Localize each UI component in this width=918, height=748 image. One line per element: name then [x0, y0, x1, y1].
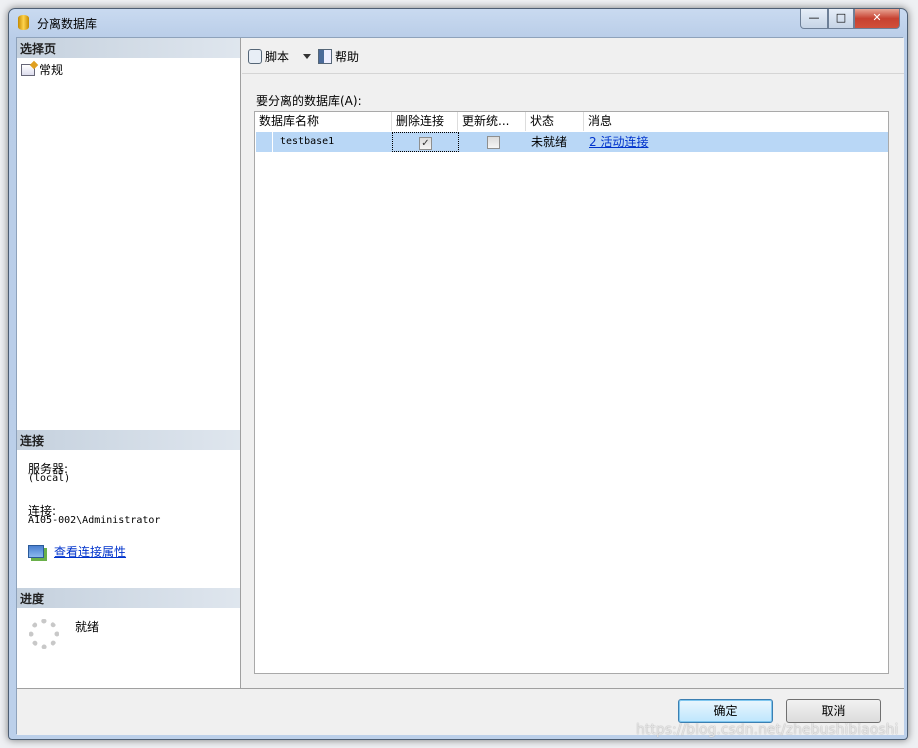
toolbar: 脚本 帮助	[242, 38, 904, 74]
drop-connections-cell: ✓	[392, 132, 459, 152]
script-label: 脚本	[265, 50, 290, 64]
dialog-client: 选择页 常规 连接 服务器: (local) 连接: A105-002\Admi…	[16, 37, 904, 735]
script-icon	[248, 49, 262, 64]
column-header-drop-connections[interactable]: 删除连接	[392, 112, 458, 131]
help-icon	[318, 49, 332, 64]
database-name-cell: testbase1	[280, 136, 335, 147]
update-statistics-checkbox[interactable]	[486, 136, 500, 149]
minimize-button[interactable]: —	[800, 9, 828, 29]
maximize-button[interactable]: □	[828, 9, 854, 29]
column-header-name[interactable]: 数据库名称	[255, 112, 392, 131]
script-dropdown-arrow-icon[interactable]	[303, 54, 311, 63]
connection-properties-icon	[28, 545, 44, 558]
script-button[interactable]: 脚本	[248, 48, 289, 65]
update-statistics-cell	[459, 132, 527, 152]
row-selector[interactable]	[256, 132, 273, 152]
column-header-update-statistics[interactable]: 更新统...	[458, 112, 526, 131]
watermark: https://blog.csdn.net/zhebushibiaoshi	[636, 722, 899, 738]
connection-value: A105-002\Administrator	[28, 515, 161, 526]
sidebar-item-label: 常规	[39, 63, 64, 77]
general-page-icon	[21, 60, 39, 76]
grid-label: 要分离的数据库(A):	[256, 94, 362, 108]
help-button[interactable]: 帮助	[318, 48, 359, 65]
database-icon	[18, 15, 29, 30]
drop-connections-checkbox[interactable]: ✓	[419, 137, 432, 150]
status-cell: 未就绪	[531, 135, 568, 149]
sidebar-item-general[interactable]: 常规	[21, 60, 64, 78]
ok-button[interactable]: 确定	[678, 699, 773, 723]
server-value: (local)	[28, 473, 71, 484]
connection-header: 连接	[17, 430, 240, 450]
close-button[interactable]: ✕	[854, 9, 900, 29]
message-link[interactable]: 2 活动连接	[585, 132, 648, 152]
view-connection-properties-link[interactable]: 查看连接属性	[54, 543, 126, 560]
main-panel: 脚本 帮助 要分离的数据库(A): 数据库名称 删除连接 更新统... 状态 消…	[242, 38, 904, 688]
databases-grid: 数据库名称 删除连接 更新统... 状态 消息 testbase1 ✓ 未就绪 …	[254, 111, 889, 674]
column-header-status[interactable]: 状态	[526, 112, 584, 131]
cancel-button[interactable]: 取消	[786, 699, 881, 723]
help-label: 帮助	[335, 50, 360, 64]
detach-database-dialog: 分离数据库 — □ ✕ 选择页 常规 连接 服务器: (local) 连接: A…	[8, 8, 908, 740]
window-title: 分离数据库	[37, 17, 98, 31]
progress-header: 进度	[17, 588, 240, 608]
table-row[interactable]: testbase1 ✓ 未就绪 2 活动连接	[256, 132, 888, 152]
progress-spinner-icon	[29, 619, 59, 649]
progress-status: 就绪	[75, 620, 100, 634]
sidebar: 选择页 常规 连接 服务器: (local) 连接: A105-002\Admi…	[17, 38, 241, 688]
column-header-message[interactable]: 消息	[584, 112, 888, 131]
select-page-header: 选择页	[17, 38, 240, 58]
